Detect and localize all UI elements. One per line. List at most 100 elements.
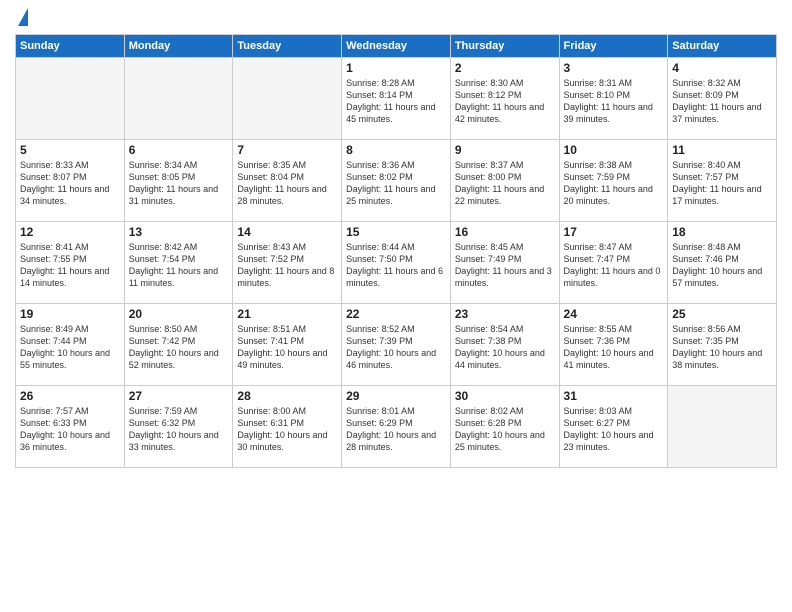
day-info: Sunrise: 8:55 AM Sunset: 7:36 PM Dayligh… (564, 323, 664, 372)
weekday-header-tuesday: Tuesday (233, 35, 342, 58)
day-cell: 15 Sunrise: 8:44 AM Sunset: 7:50 PM Dayli… (342, 222, 451, 304)
day-cell (124, 58, 233, 140)
weekday-header-row: SundayMondayTuesdayWednesdayThursdayFrid… (16, 35, 777, 58)
day-info: Sunrise: 8:01 AM Sunset: 6:29 PM Dayligh… (346, 405, 446, 454)
logo (15, 10, 28, 26)
day-info: Sunrise: 8:47 AM Sunset: 7:47 PM Dayligh… (564, 241, 664, 290)
day-info: Sunrise: 8:35 AM Sunset: 8:04 PM Dayligh… (237, 159, 337, 208)
day-cell: 24 Sunrise: 8:55 AM Sunset: 7:36 PM Dayli… (559, 304, 668, 386)
day-cell: 21 Sunrise: 8:51 AM Sunset: 7:41 PM Dayli… (233, 304, 342, 386)
day-number: 21 (237, 307, 337, 321)
day-number: 13 (129, 225, 229, 239)
day-cell: 22 Sunrise: 8:52 AM Sunset: 7:39 PM Dayli… (342, 304, 451, 386)
week-row-2: 5 Sunrise: 8:33 AM Sunset: 8:07 PM Daylig… (16, 140, 777, 222)
day-cell: 28 Sunrise: 8:00 AM Sunset: 6:31 PM Dayli… (233, 386, 342, 468)
day-cell: 31 Sunrise: 8:03 AM Sunset: 6:27 PM Dayli… (559, 386, 668, 468)
weekday-header-monday: Monday (124, 35, 233, 58)
day-info: Sunrise: 8:34 AM Sunset: 8:05 PM Dayligh… (129, 159, 229, 208)
day-cell: 13 Sunrise: 8:42 AM Sunset: 7:54 PM Dayli… (124, 222, 233, 304)
week-row-5: 26Sunrise: 7:57 AM Sunset: 6:33 PM Dayli… (16, 386, 777, 468)
day-number: 15 (346, 225, 446, 239)
day-cell: 8 Sunrise: 8:36 AM Sunset: 8:02 PM Daylig… (342, 140, 451, 222)
header (15, 10, 777, 26)
day-number: 23 (455, 307, 555, 321)
day-info: Sunrise: 8:44 AM Sunset: 7:50 PM Dayligh… (346, 241, 446, 290)
day-cell (668, 386, 777, 468)
day-info: Sunrise: 8:42 AM Sunset: 7:54 PM Dayligh… (129, 241, 229, 290)
day-cell: 25Sunrise: 8:56 AM Sunset: 7:35 PM Dayli… (668, 304, 777, 386)
day-info: Sunrise: 8:45 AM Sunset: 7:49 PM Dayligh… (455, 241, 555, 290)
day-info: Sunrise: 8:36 AM Sunset: 8:02 PM Dayligh… (346, 159, 446, 208)
day-number: 18 (672, 225, 772, 239)
day-info: Sunrise: 8:02 AM Sunset: 6:28 PM Dayligh… (455, 405, 555, 454)
day-cell: 10 Sunrise: 8:38 AM Sunset: 7:59 PM Dayli… (559, 140, 668, 222)
day-info: Sunrise: 8:31 AM Sunset: 8:10 PM Dayligh… (564, 77, 664, 126)
day-number: 29 (346, 389, 446, 403)
day-cell: 9 Sunrise: 8:37 AM Sunset: 8:00 PM Daylig… (450, 140, 559, 222)
day-cell: 4 Sunrise: 8:32 AM Sunset: 8:09 PM Daylig… (668, 58, 777, 140)
weekday-header-wednesday: Wednesday (342, 35, 451, 58)
day-number: 22 (346, 307, 446, 321)
day-info: Sunrise: 8:33 AM Sunset: 8:07 PM Dayligh… (20, 159, 120, 208)
day-info: Sunrise: 8:48 AM Sunset: 7:46 PM Dayligh… (672, 241, 772, 290)
day-cell: 6 Sunrise: 8:34 AM Sunset: 8:05 PM Daylig… (124, 140, 233, 222)
day-info: Sunrise: 8:37 AM Sunset: 8:00 PM Dayligh… (455, 159, 555, 208)
calendar: SundayMondayTuesdayWednesdayThursdayFrid… (15, 34, 777, 468)
day-info: Sunrise: 8:28 AM Sunset: 8:14 PM Dayligh… (346, 77, 446, 126)
day-number: 9 (455, 143, 555, 157)
day-info: Sunrise: 8:40 AM Sunset: 7:57 PM Dayligh… (672, 159, 772, 208)
day-info: Sunrise: 8:43 AM Sunset: 7:52 PM Dayligh… (237, 241, 337, 290)
day-info: Sunrise: 8:54 AM Sunset: 7:38 PM Dayligh… (455, 323, 555, 372)
day-number: 11 (672, 143, 772, 157)
day-number: 28 (237, 389, 337, 403)
weekday-header-friday: Friday (559, 35, 668, 58)
day-cell: 27Sunrise: 7:59 AM Sunset: 6:32 PM Dayli… (124, 386, 233, 468)
weekday-header-saturday: Saturday (668, 35, 777, 58)
day-info: Sunrise: 8:52 AM Sunset: 7:39 PM Dayligh… (346, 323, 446, 372)
day-info: Sunrise: 8:49 AM Sunset: 7:44 PM Dayligh… (20, 323, 120, 372)
day-info: Sunrise: 8:03 AM Sunset: 6:27 PM Dayligh… (564, 405, 664, 454)
day-number: 6 (129, 143, 229, 157)
day-number: 17 (564, 225, 664, 239)
day-info: Sunrise: 8:56 AM Sunset: 7:35 PM Dayligh… (672, 323, 772, 372)
day-cell: 20 Sunrise: 8:50 AM Sunset: 7:42 PM Dayli… (124, 304, 233, 386)
day-info: Sunrise: 8:41 AM Sunset: 7:55 PM Dayligh… (20, 241, 120, 290)
day-cell: 1Sunrise: 8:28 AM Sunset: 8:14 PM Daylig… (342, 58, 451, 140)
weekday-header-thursday: Thursday (450, 35, 559, 58)
day-number: 31 (564, 389, 664, 403)
day-cell: 26Sunrise: 7:57 AM Sunset: 6:33 PM Dayli… (16, 386, 125, 468)
day-number: 30 (455, 389, 555, 403)
day-cell: 30 Sunrise: 8:02 AM Sunset: 6:28 PM Dayli… (450, 386, 559, 468)
day-cell: 5 Sunrise: 8:33 AM Sunset: 8:07 PM Daylig… (16, 140, 125, 222)
week-row-3: 12Sunrise: 8:41 AM Sunset: 7:55 PM Dayli… (16, 222, 777, 304)
day-cell: 19Sunrise: 8:49 AM Sunset: 7:44 PM Dayli… (16, 304, 125, 386)
day-cell: 17 Sunrise: 8:47 AM Sunset: 7:47 PM Dayli… (559, 222, 668, 304)
day-cell: 12Sunrise: 8:41 AM Sunset: 7:55 PM Dayli… (16, 222, 125, 304)
day-number: 14 (237, 225, 337, 239)
day-info: Sunrise: 8:50 AM Sunset: 7:42 PM Dayligh… (129, 323, 229, 372)
day-info: Sunrise: 8:51 AM Sunset: 7:41 PM Dayligh… (237, 323, 337, 372)
weekday-header-sunday: Sunday (16, 35, 125, 58)
day-number: 24 (564, 307, 664, 321)
day-number: 26 (20, 389, 120, 403)
page: SundayMondayTuesdayWednesdayThursdayFrid… (0, 0, 792, 612)
day-info: Sunrise: 7:59 AM Sunset: 6:32 PM Dayligh… (129, 405, 229, 454)
day-cell: 3 Sunrise: 8:31 AM Sunset: 8:10 PM Daylig… (559, 58, 668, 140)
day-number: 20 (129, 307, 229, 321)
week-row-1: 1Sunrise: 8:28 AM Sunset: 8:14 PM Daylig… (16, 58, 777, 140)
day-cell (16, 58, 125, 140)
day-info: Sunrise: 8:32 AM Sunset: 8:09 PM Dayligh… (672, 77, 772, 126)
day-number: 8 (346, 143, 446, 157)
day-number: 7 (237, 143, 337, 157)
day-info: Sunrise: 8:00 AM Sunset: 6:31 PM Dayligh… (237, 405, 337, 454)
logo-triangle-icon (18, 8, 28, 26)
day-number: 3 (564, 61, 664, 75)
day-info: Sunrise: 8:38 AM Sunset: 7:59 PM Dayligh… (564, 159, 664, 208)
day-cell: 18 Sunrise: 8:48 AM Sunset: 7:46 PM Dayli… (668, 222, 777, 304)
day-number: 4 (672, 61, 772, 75)
day-number: 10 (564, 143, 664, 157)
day-number: 5 (20, 143, 120, 157)
day-number: 16 (455, 225, 555, 239)
day-number: 2 (455, 61, 555, 75)
day-cell: 14 Sunrise: 8:43 AM Sunset: 7:52 PM Dayli… (233, 222, 342, 304)
